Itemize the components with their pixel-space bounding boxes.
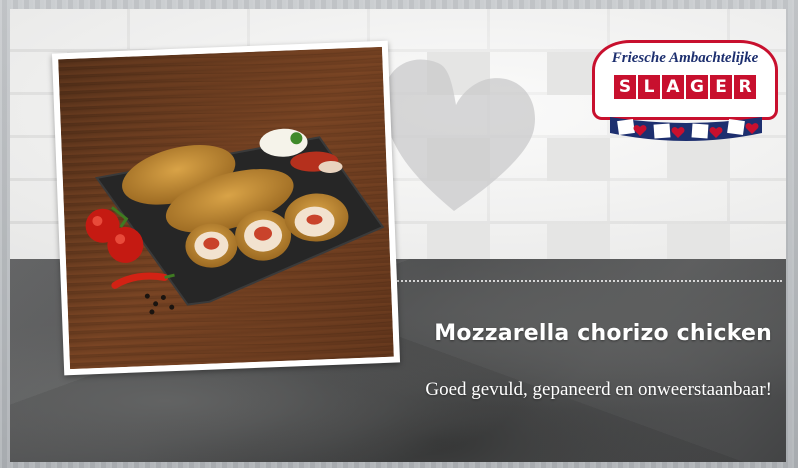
chicken-dish-photo [58,46,394,370]
logo-letter: E [710,75,732,99]
product-tagline: Goed gevuld, gepaneerd en onweerstaanbaa… [425,379,772,400]
dotted-divider [390,280,782,282]
logo-letter: L [638,75,660,99]
product-photo [51,40,401,376]
logo-letter: G [686,75,708,99]
heart-shadow-icon [383,59,535,211]
logo-letter: A [662,75,684,99]
logo-slager-word: S L A G E R [610,75,760,100]
logo-name: Friesche Ambachtelijke [611,50,759,66]
banner-panel: Friesche Ambachtelijke S L A G E R Mozza… [10,9,786,462]
product-title: Mozzarella chorizo chicken [434,321,772,346]
logo-flag-band [610,117,762,141]
logo-letter: R [734,75,756,99]
butcher-logo: Friesche Ambachtelijke S L A G E R [592,38,778,154]
logo-letter: S [614,75,636,99]
